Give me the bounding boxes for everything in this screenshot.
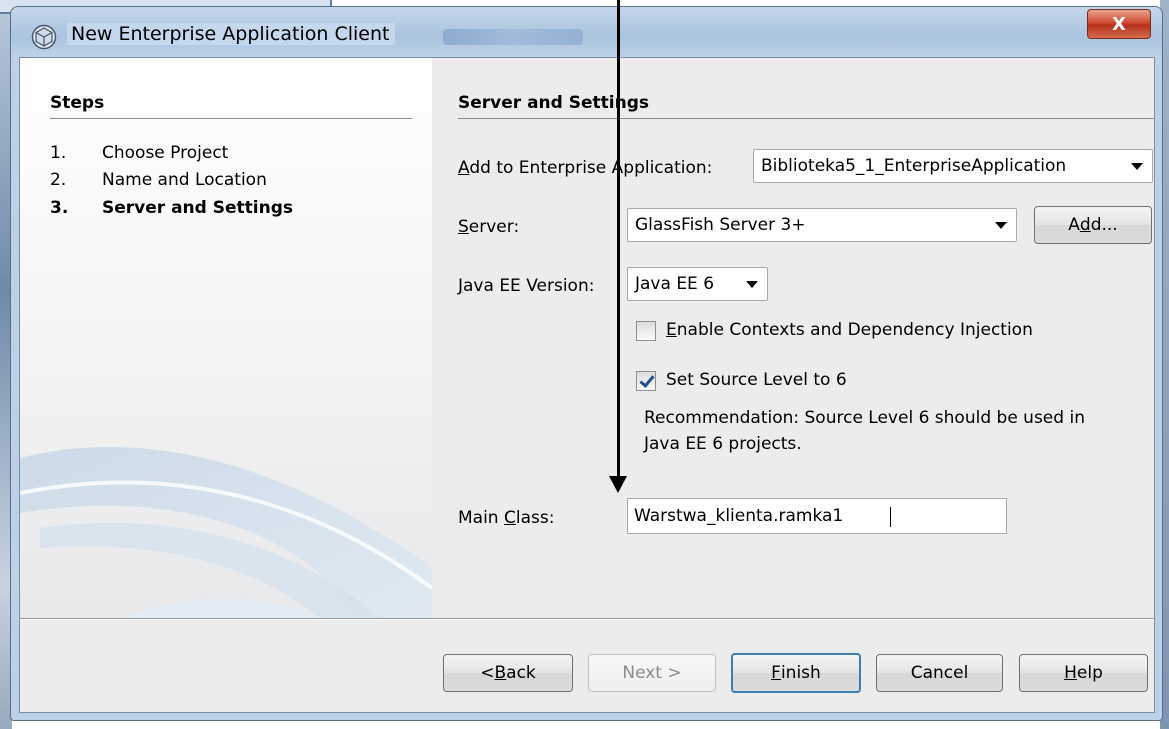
enterprise-app-value: Biblioteka5_1_EnterpriseApplication	[761, 156, 1067, 176]
step-item: 2. Name and Location	[50, 170, 267, 190]
java-ee-version-value: Java EE 6	[635, 274, 715, 294]
chevron-down-icon	[1131, 163, 1143, 170]
recommendation-text-line1: Recommendation: Source Level 6 should be…	[644, 408, 1085, 428]
text-caret	[890, 507, 891, 527]
recommendation-text-line2: Java EE 6 projects.	[644, 434, 802, 454]
server-value: GlassFish Server 3+	[635, 215, 806, 235]
settings-panel: Server and Settings Add to Enterprise Ap…	[432, 58, 1154, 618]
chevron-down-icon	[995, 222, 1007, 229]
window-title: New Enterprise Application Client	[67, 23, 396, 45]
dialog-window: New Enterprise Application Client X Step…	[10, 6, 1163, 721]
panel-divider	[458, 118, 1154, 119]
step-label: Choose Project	[102, 143, 229, 163]
panel-title: Server and Settings	[458, 93, 649, 113]
steps-panel: Steps 1. Choose Project 2. Name and Locati…	[20, 58, 432, 618]
close-button[interactable]: X	[1087, 9, 1151, 39]
title-bar[interactable]: New Enterprise Application Client X	[11, 7, 1162, 59]
server-label: Server:	[458, 217, 520, 237]
enterprise-app-label: Add to Enterprise Application:	[458, 158, 713, 178]
step-number: 1.	[50, 143, 67, 163]
step-item: 1. Choose Project	[50, 143, 228, 163]
annotation-arrow-line	[617, 0, 620, 480]
help-button[interactable]: Help	[1019, 654, 1148, 692]
cdi-checkbox-label[interactable]: Enable Contexts and Dependency Injection	[666, 320, 1033, 340]
step-label: Server and Settings	[102, 198, 293, 218]
chevron-down-icon	[746, 281, 758, 288]
dialog-body: Steps 1. Choose Project 2. Name and Locati…	[19, 57, 1155, 713]
button-bar-divider-highlight	[20, 619, 1154, 620]
annotation-arrow-head-icon	[609, 476, 627, 493]
main-class-label: Main Class:	[458, 508, 555, 528]
java-ee-version-label: Java EE Version:	[458, 276, 595, 296]
source-level-checkbox[interactable]	[636, 371, 656, 391]
cdi-checkbox[interactable]	[636, 321, 656, 341]
close-icon: X	[1112, 13, 1126, 35]
step-label: Name and Location	[102, 170, 267, 190]
netbeans-cube-icon	[31, 24, 57, 50]
decorative-swoosh-graphic	[20, 447, 432, 618]
server-combo[interactable]: GlassFish Server 3+	[627, 208, 1017, 242]
enterprise-app-combo[interactable]: Biblioteka5_1_EnterpriseApplication	[753, 149, 1153, 183]
main-class-input[interactable]	[628, 499, 1006, 533]
finish-button[interactable]: Finish	[731, 653, 861, 693]
step-item-current: 3. Server and Settings	[50, 198, 293, 218]
next-button[interactable]: Next >	[588, 654, 716, 692]
step-number: 2.	[50, 170, 67, 190]
steps-header: Steps	[50, 93, 105, 113]
java-ee-version-combo[interactable]: Java EE 6	[627, 267, 768, 301]
steps-divider	[50, 118, 412, 119]
add-server-button[interactable]: Ad d...	[1034, 206, 1152, 244]
step-number: 3.	[50, 198, 69, 218]
cancel-button[interactable]: Cancel	[876, 654, 1003, 692]
title-bar-background-blur	[443, 29, 583, 45]
source-level-checkbox-label[interactable]: Set Source Level to 6	[666, 370, 847, 390]
back-button[interactable]: < Back	[443, 654, 573, 692]
main-class-field[interactable]	[627, 498, 1007, 534]
